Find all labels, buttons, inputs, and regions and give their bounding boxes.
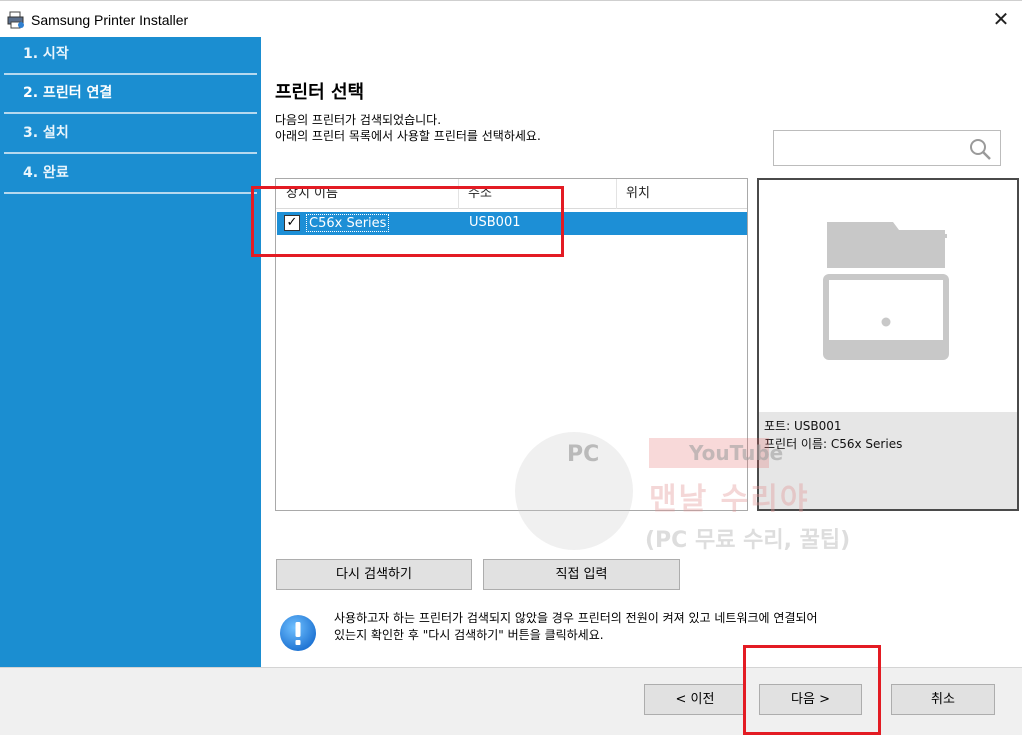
page-description: 다음의 프린터가 검색되었습니다. 아래의 프린터 목록에서 사용할 프린터를 … xyxy=(275,112,541,144)
step-install: 3. 설치 xyxy=(4,116,257,154)
printer-row-checkbox[interactable]: ✓ xyxy=(284,215,300,231)
info-icon xyxy=(280,615,316,651)
step-start: 1. 시작 xyxy=(4,37,257,75)
list-header: 장치 이름 주소 위치 xyxy=(276,179,747,209)
notice-line-2: 있는지 확인한 후 "다시 검색하기" 버튼을 클릭하세요. xyxy=(334,628,604,642)
description-line-2: 아래의 프린터 목록에서 사용할 프린터를 선택하세요. xyxy=(275,129,541,143)
direct-input-button[interactable]: 직접 입력 xyxy=(483,559,680,590)
step-printer-connection: 2. 프린터 연결 xyxy=(4,76,257,114)
printer-name-info: 프린터 이름: C56x Series xyxy=(764,437,903,451)
column-header-device-name[interactable]: 장치 이름 xyxy=(276,179,338,209)
cancel-button[interactable]: 취소 xyxy=(891,684,995,715)
page-title: 프린터 선택 xyxy=(275,82,365,103)
printer-port-info: 포트: USB001 xyxy=(764,419,842,433)
column-header-address[interactable]: 주소 xyxy=(458,179,492,209)
printer-preview-panel: 포트: USB001 프린터 이름: C56x Series xyxy=(757,178,1019,511)
watermark-subtitle: (PC 무료 수리, 꿀팁) xyxy=(645,528,851,553)
printer-list[interactable]: 장치 이름 주소 위치 ✓ C56x Series USB001 xyxy=(275,178,748,511)
printer-icon xyxy=(823,222,949,360)
close-button[interactable]: ✕ xyxy=(986,5,1016,33)
wizard-step-sidebar: 1. 시작 2. 프린터 연결 3. 설치 4. 완료 xyxy=(0,37,261,667)
printer-port-cell: USB001 xyxy=(469,215,521,230)
notice-line-1: 사용하고자 하는 프린터가 검색되지 않았을 경우 프린터의 전원이 켜져 있고… xyxy=(334,611,818,625)
back-button[interactable]: < 이전 xyxy=(644,684,746,715)
notice-message: 사용하고자 하는 프린터가 검색되지 않았을 경우 프린터의 전원이 켜져 있고… xyxy=(334,610,994,644)
printer-app-icon xyxy=(7,11,24,29)
window-title: Samsung Printer Installer xyxy=(31,12,189,28)
research-button[interactable]: 다시 검색하기 xyxy=(276,559,472,590)
printer-search-input[interactable] xyxy=(773,130,1001,166)
column-header-location[interactable]: 위치 xyxy=(616,179,650,209)
search-icon[interactable] xyxy=(968,137,992,161)
printer-name-cell: C56x Series xyxy=(306,214,390,232)
title-bar: Samsung Printer Installer ✕ xyxy=(0,0,1022,37)
next-button[interactable]: 다음 > xyxy=(759,684,862,715)
description-line-1: 다음의 프린터가 검색되었습니다. xyxy=(275,113,442,127)
wizard-footer: < 이전 다음 > 취소 xyxy=(0,667,1022,735)
printer-info: 포트: USB001 프린터 이름: C56x Series xyxy=(759,412,1017,509)
printer-row[interactable]: ✓ C56x Series USB001 xyxy=(277,212,747,235)
step-complete: 4. 완료 xyxy=(4,156,257,194)
